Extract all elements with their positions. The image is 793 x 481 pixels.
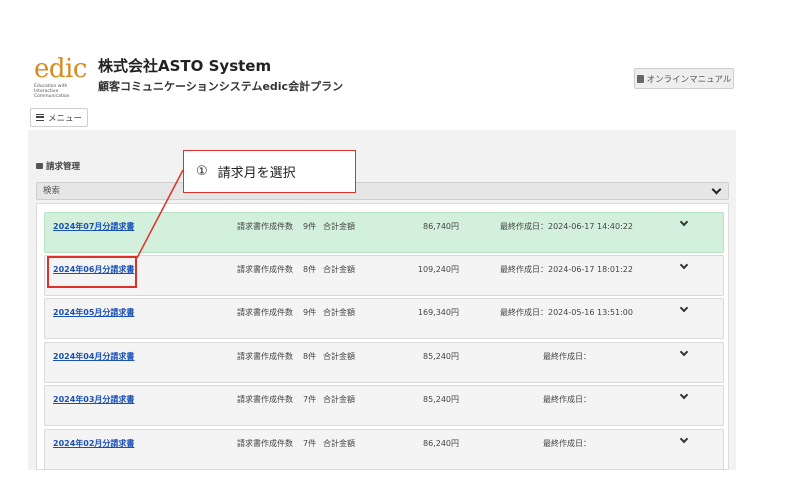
invoice-month-link[interactable]: 2024年02月分請求書 [53, 438, 134, 449]
invoice-amount: 85,240円 [423, 352, 459, 361]
invoice-count: 8件 [303, 265, 317, 274]
invoice-last-created: 最終作成日： [543, 439, 591, 448]
invoice-last-created: 最終作成日：2024-06-17 18:01:22 [500, 265, 633, 274]
invoice-total-label: 合計金額 [323, 265, 355, 274]
invoice-row[interactable]: 2024年05月分請求書 請求書作成件数 9件 合計金額 169,340円 最終作成日：2… [44, 298, 724, 339]
invoice-count-label: 請求書作成件数 [237, 439, 293, 448]
logo-tagline: Education with Interactive Communication [34, 84, 70, 99]
menu-button[interactable]: メニュー [30, 108, 88, 127]
chevron-down-icon[interactable] [679, 260, 689, 270]
section-title-label: 請求管理 [46, 162, 81, 172]
invoice-count-label: 請求書作成件数 [237, 308, 293, 317]
invoice-total-label: 合計金額 [323, 308, 355, 317]
invoice-count: 9件 [303, 308, 317, 317]
invoice-row[interactable]: 2024年02月分請求書 請求書作成件数 7件 合計金額 86,240円 最終作成日： [44, 429, 724, 470]
search-toggle[interactable]: 検索 [36, 182, 729, 200]
invoice-count: 8件 [303, 352, 317, 361]
book-icon [636, 74, 644, 83]
menu-label: メニュー [47, 113, 82, 124]
invoice-count-label: 請求書作成件数 [237, 265, 293, 274]
invoice-month-link[interactable]: 2024年07月分請求書 [53, 221, 134, 232]
invoice-count-label: 請求書作成件数 [237, 395, 293, 404]
invoice-month-link[interactable]: 2024年04月分請求書 [53, 351, 134, 362]
invoice-count: 7件 [303, 439, 317, 448]
chevron-down-icon[interactable] [679, 434, 689, 444]
billing-icon [36, 163, 43, 169]
search-label: 検索 [43, 186, 61, 196]
invoice-row[interactable]: 2024年06月分請求書 請求書作成件数 8件 合計金額 109,240円 最終作成日：2… [44, 255, 724, 296]
invoice-total-label: 合計金額 [323, 395, 355, 404]
callout-text: 請求月を選択 [217, 166, 296, 181]
invoice-total-label: 合計金額 [323, 439, 355, 448]
company-name: 株式会社ASTO System [98, 57, 272, 75]
invoice-amount: 169,340円 [417, 308, 459, 317]
invoice-amount: 109,240円 [417, 265, 459, 274]
invoice-month-link[interactable]: 2024年03月分請求書 [53, 394, 134, 405]
invoice-count: 7件 [303, 395, 317, 404]
chevron-down-icon[interactable] [679, 303, 689, 313]
annotation-callout: ① 請求月を選択 [183, 150, 356, 193]
invoice-amount: 86,240円 [423, 439, 459, 448]
invoice-month-link[interactable]: 2024年05月分請求書 [53, 307, 134, 318]
invoice-total-label: 合計金額 [323, 352, 355, 361]
invoice-row[interactable]: 2024年03月分請求書 請求書作成件数 7件 合計金額 85,240円 最終作成日： [44, 385, 724, 426]
edic-logo[interactable]: edic Education with Interactive Communic… [34, 54, 87, 102]
invoice-count: 9件 [303, 222, 317, 231]
callout-number: ① [196, 164, 208, 179]
annotation-highlight [47, 256, 137, 288]
hamburger-icon [35, 114, 44, 121]
chevron-down-icon[interactable] [679, 390, 689, 400]
invoice-amount: 85,240円 [423, 395, 459, 404]
invoice-last-created: 最終作成日： [543, 395, 591, 404]
invoice-count-label: 請求書作成件数 [237, 352, 293, 361]
invoice-row[interactable]: 2024年04月分請求書 請求書作成件数 8件 合計金額 85,240円 最終作成日： [44, 342, 724, 383]
chevron-down-icon[interactable] [711, 184, 722, 195]
invoice-last-created: 最終作成日： [543, 352, 591, 361]
online-manual-label: オンラインマニュアル [646, 74, 732, 85]
logo-wordmark: edic [34, 54, 87, 84]
invoice-last-created: 最終作成日：2024-05-16 13:51:00 [500, 308, 633, 317]
chevron-down-icon[interactable] [679, 217, 689, 227]
invoice-last-created: 最終作成日：2024-06-17 14:40:22 [500, 222, 633, 231]
invoice-count-label: 請求書作成件数 [237, 222, 293, 231]
chevron-down-icon[interactable] [679, 347, 689, 357]
plan-name: 顧客コミュニケーションシステムedic会計プラン [98, 80, 344, 93]
invoice-amount: 86,740円 [423, 222, 459, 231]
online-manual-button[interactable]: オンラインマニュアル [634, 68, 734, 89]
invoice-row[interactable]: 2024年07月分請求書 請求書作成件数 9件 合計金額 86,740円 最終作成日：20… [44, 212, 724, 253]
section-title: 請求管理 [36, 160, 80, 172]
app-header: edic Education with Interactive Communic… [0, 0, 793, 130]
invoice-total-label: 合計金額 [323, 222, 355, 231]
